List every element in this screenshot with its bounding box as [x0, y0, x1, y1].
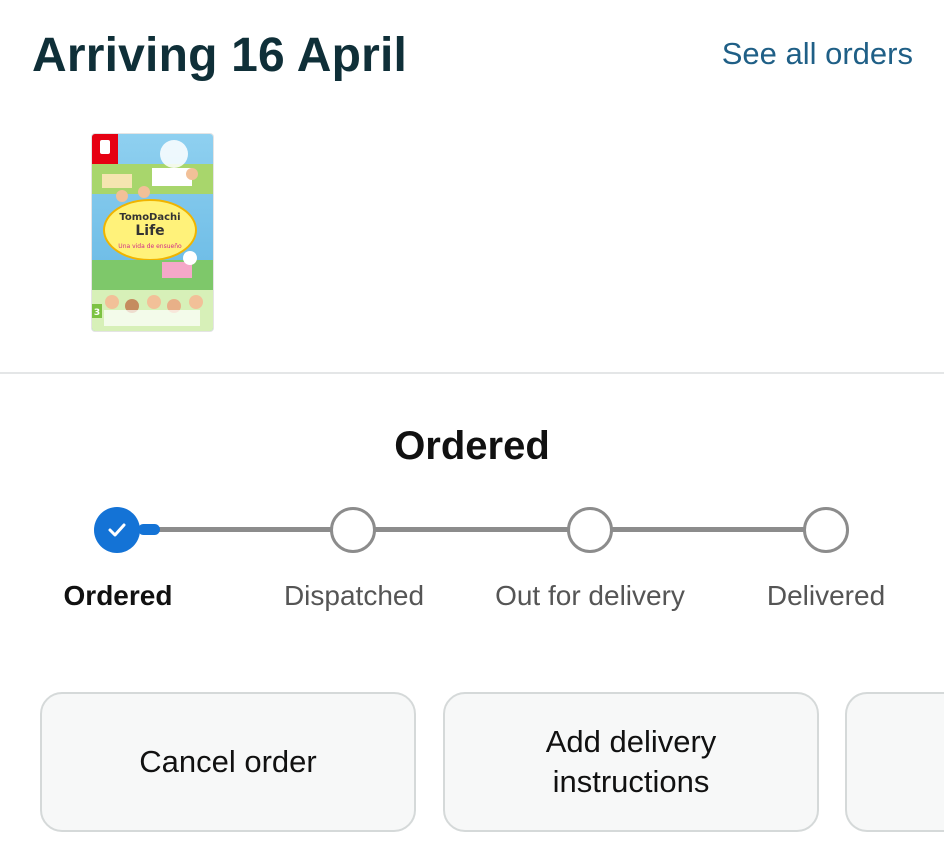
- cover-title-line2: Life: [135, 223, 164, 239]
- step-node-dispatched: [330, 507, 376, 553]
- cover-title-line1: TomoDachi: [119, 212, 180, 223]
- see-all-orders-link[interactable]: See all orders: [722, 36, 913, 72]
- arrival-title: Arriving 16 April: [32, 29, 408, 82]
- step-node-ordered: [94, 507, 140, 553]
- step-label-dispatched: Dispatched: [283, 580, 425, 611]
- step-label-out-for-delivery: Out for delivery: [495, 580, 685, 611]
- add-delivery-instructions-button[interactable]: Add delivery instructions: [443, 692, 819, 832]
- checkmark-icon: [108, 523, 126, 537]
- progress-track-active: [138, 524, 160, 535]
- step-label-delivered: Delivered: [766, 580, 886, 611]
- progress-tracker: [0, 500, 944, 560]
- game-cover-icon: TomoDachi Life Una vida de ensueño 3: [92, 134, 213, 331]
- more-actions-button[interactable]: [845, 692, 944, 832]
- step-node-out-for-delivery: [567, 507, 613, 553]
- section-divider: [0, 372, 944, 374]
- product-image[interactable]: TomoDachi Life Una vida de ensueño 3: [92, 134, 213, 331]
- progress-track-line: [140, 527, 828, 532]
- step-node-delivered: [803, 507, 849, 553]
- step-label-ordered: Ordered: [63, 580, 173, 611]
- cancel-order-button[interactable]: Cancel order: [40, 692, 416, 832]
- status-title: Ordered: [394, 424, 550, 468]
- cover-rating-badge: 3: [94, 308, 100, 318]
- cover-subtitle: Una vida de ensueño: [118, 243, 182, 250]
